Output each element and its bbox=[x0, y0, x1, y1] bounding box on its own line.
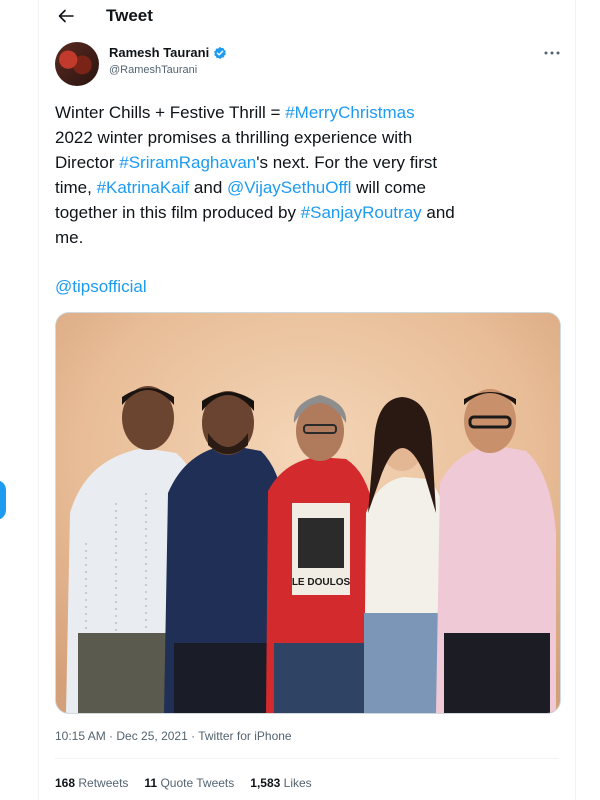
tweet-text-line: Director #SriramRaghavan's next. For the… bbox=[55, 150, 559, 175]
quote-tweets-count: 11 bbox=[144, 776, 158, 790]
author-name-row[interactable]: Ramesh Taurani bbox=[109, 45, 227, 60]
hashtag-link[interactable]: #KatrinaKaif bbox=[97, 178, 190, 197]
group-photo: LE DOULOS bbox=[56, 313, 560, 713]
tweet-meta: 10:15 AM · Dec 25, 2021 · Twitter for iP… bbox=[55, 729, 292, 743]
tweet-text-line: together in this film produced by #Sanja… bbox=[55, 200, 559, 225]
mention-link[interactable]: @tipsofficial bbox=[55, 277, 147, 296]
likes-label: Likes bbox=[283, 776, 312, 790]
tweet-panel: Tweet Ramesh Taurani @RameshTaurani Wint… bbox=[38, 0, 576, 800]
quote-tweets-label: Quote Tweets bbox=[160, 776, 235, 790]
tweet-time[interactable]: 10:15 AM bbox=[55, 729, 106, 743]
arrow-left-icon bbox=[58, 9, 74, 23]
tweet-text-segment: Director bbox=[55, 153, 120, 172]
tweet-text-segment: will come bbox=[351, 178, 426, 197]
tweet-date[interactable]: Dec 25, 2021 bbox=[116, 729, 187, 743]
tweet-text-segment: 's next. For the very first bbox=[256, 153, 438, 172]
meta-separator: · bbox=[187, 729, 199, 743]
likes-count: 1,583 bbox=[250, 776, 281, 790]
page-title: Tweet bbox=[106, 6, 153, 25]
retweets-count: 168 bbox=[55, 776, 76, 790]
likes-stat[interactable]: 1,583 Likes bbox=[250, 776, 311, 790]
hashtag-link[interactable]: #SanjayRoutray bbox=[301, 203, 422, 222]
top-bar: Tweet bbox=[39, 0, 575, 34]
tweet-text-segment: and bbox=[421, 203, 455, 222]
tweet-text-segment: me. bbox=[55, 228, 84, 247]
tweet-media-image[interactable]: LE DOULOS bbox=[55, 312, 561, 714]
tweet-text-segment: time, bbox=[55, 178, 97, 197]
tweet-source[interactable]: Twitter for iPhone bbox=[198, 729, 291, 743]
author-name[interactable]: Ramesh Taurani bbox=[109, 45, 209, 60]
hashtag-link[interactable]: #MerryChristmas bbox=[285, 103, 414, 122]
meta-separator: · bbox=[105, 729, 117, 743]
tweet-text-line: me. bbox=[55, 225, 559, 250]
more-horizontal-icon bbox=[544, 51, 560, 55]
tshirt-print-text: LE DOULOS bbox=[292, 577, 351, 588]
author-handle[interactable]: @RameshTaurani bbox=[109, 64, 197, 76]
more-options-button[interactable] bbox=[539, 44, 565, 62]
mention-link[interactable]: @VijaySethuOffl bbox=[227, 178, 351, 197]
tweet-text-segment: together in this film produced by bbox=[55, 203, 301, 222]
quote-tweets-stat[interactable]: 11 Quote Tweets bbox=[144, 776, 234, 790]
back-button[interactable] bbox=[53, 4, 79, 28]
retweets-stat[interactable]: 168 Retweets bbox=[55, 776, 128, 790]
tweet-text-segment: and bbox=[189, 178, 227, 197]
tweet-text-line: time, #KatrinaKaif and @VijaySethuOffl w… bbox=[55, 175, 559, 200]
author-avatar[interactable] bbox=[55, 42, 99, 86]
tweet-text-line: Winter Chills + Festive Thrill = #MerryC… bbox=[55, 100, 559, 125]
tweet-text: Winter Chills + Festive Thrill = #MerryC… bbox=[55, 100, 559, 250]
tweet-text-segment: 2022 winter promises a thrilling experie… bbox=[55, 128, 413, 147]
tweet-text-segment: Winter Chills + Festive Thrill = bbox=[55, 103, 286, 122]
retweets-label: Retweets bbox=[78, 776, 129, 790]
verified-badge-icon bbox=[214, 46, 227, 59]
tweet-text-line: 2022 winter promises a thrilling experie… bbox=[55, 125, 559, 150]
hashtag-link[interactable]: #SriramRaghavan bbox=[119, 153, 256, 172]
side-nav-button-partial[interactable] bbox=[0, 480, 6, 520]
divider bbox=[55, 758, 559, 759]
tweet-stats: 168 Retweets 11 Quote Tweets 1,583 Likes bbox=[55, 776, 312, 790]
tweet-mention-line: @tipsofficial bbox=[55, 276, 147, 298]
